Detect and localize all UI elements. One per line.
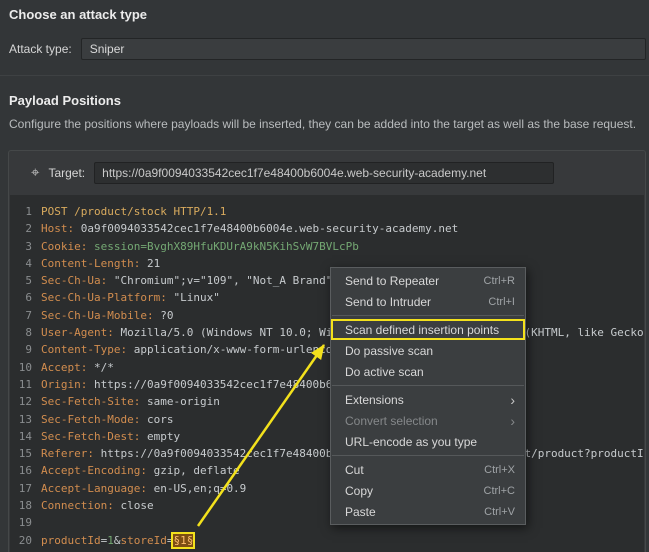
menu-item-do-passive-scan[interactable]: Do passive scan [331,340,525,361]
line-number: 19 [18,516,32,530]
menu-item-shortcut: Ctrl+V [484,505,515,518]
menu-separator [332,385,524,386]
menu-item-copy[interactable]: Copy Ctrl+C [331,480,525,501]
code-line: 15Referer: https://0a9f0094033542cec1f7e… [12,445,644,462]
code-line: 8 User-Agent: Mozilla/5.0 (Windows NT 10.… [12,324,644,341]
line-number: 14 [18,429,32,443]
menu-item-label: Extensions [345,392,404,407]
code-line: 18 Connection: close [12,497,644,514]
attack-type-row: Attack type: Sniper [9,37,646,61]
section-divider [0,75,649,76]
menu-item-convert-selection[interactable]: Convert selection [331,410,525,431]
line-number: 9 [25,343,32,357]
chevron-right-icon [510,414,515,428]
payload-positions-description: Configure the positions where payloads w… [9,117,637,131]
menu-item-label: Cut [345,462,364,477]
menu-item-shortcut: Ctrl+X [484,463,515,476]
code-line: 13 Sec-Fetch-Mode: cors [12,411,644,428]
line-number: 8 [25,326,32,340]
line-number: 2 [25,222,32,236]
code-line: 17 Accept-Language: en-US,en;q=0.9 [12,480,644,497]
line-number: 7 [25,308,32,322]
code-line: 6 Sec-Ch-Ua-Platform: "Linux" [12,289,644,306]
line-number: 17 [18,481,32,495]
line-number: 16 [18,464,32,478]
code-line: 2 Host: 0a9f0094033542cec1f7e48400b6004e.… [12,220,644,237]
menu-item-label: Paste [345,504,376,519]
code-line: 16 Accept-Encoding: gzip, deflate [12,462,644,479]
line-number: 13 [18,412,32,426]
menu-item-shortcut: Ctrl+I [488,295,515,308]
line-number: 20 [18,533,32,547]
attack-type-combo[interactable]: Sniper [80,38,646,60]
menu-item-label: Send to Intruder [345,294,432,309]
menu-item-label: Send to Repeater [345,273,440,288]
menu-item-scan-defined-insertion-points[interactable]: Scan defined insertion points [331,319,525,340]
menu-item-paste[interactable]: Paste Ctrl+V [331,501,525,522]
menu-item-label: Scan defined insertion points [345,322,500,337]
code-line: 7 Sec-Ch-Ua-Mobile: ?0 [12,307,644,324]
menu-item-label: Convert selection [345,413,438,428]
code-line: 10 Accept: */* [12,359,644,376]
line-number: 11 [18,377,32,391]
target-row: Target: [9,151,645,194]
menu-item-send-to-repeater[interactable]: Send to Repeater Ctrl+R [331,270,525,291]
code-line: 1 POST /product/stock HTTP/1.1 [12,203,644,220]
payload-positions-title: Payload Positions [9,93,121,108]
code-line: 4 Content-Length: 21 [12,255,644,272]
menu-item-cut[interactable]: Cut Ctrl+X [331,459,525,480]
menu-separator [332,315,524,316]
menu-item-extensions[interactable]: Extensions [331,389,525,410]
code-line: 20 productId=1&storeId=§1§ [12,531,644,549]
code-line: 11 Origin: https://0a9f0094033542cec1f7e4… [12,376,644,393]
menu-item-label: Do active scan [345,364,424,379]
context-menu: Send to Repeater Ctrl+R Send to Intruder Ct… [330,267,526,525]
code-line: 3 Cookie: session=BvghX89HfuKDUrA9kN5KihS… [12,238,644,255]
attack-type-section-title: Choose an attack type [9,7,147,22]
menu-item-do-active-scan[interactable]: Do active scan [331,361,525,382]
positions-panel: Target: 1POST /product/stock HTTP/1.12Ho… [8,150,646,552]
code-line: 12 Sec-Fetch-Site: same-origin [12,393,644,410]
code-line: 5 Sec-Ch-Ua: "Chromium";v="109", "Not_A B… [12,272,644,289]
chevron-right-icon [510,393,515,407]
target-label: Target: [48,165,86,180]
menu-separator [332,455,524,456]
line-number: 18 [18,499,32,513]
burp-intruder-positions-panel: Choose an attack type Attack type: Snipe… [0,0,649,552]
line-number: 4 [25,256,32,270]
request-lines: 1 POST /product/stock HTTP/1.1 2 Host: 0a9f… [12,203,644,549]
line-number: 6 [25,291,32,305]
menu-item-label: URL-encode as you type [345,434,478,449]
code-line: 14 Sec-Fetch-Dest: empty [12,428,644,445]
line-number: 10 [18,360,32,374]
attack-type-selected-value: Sniper [89,42,125,56]
payload-position-marker[interactable]: §1§ [171,531,196,549]
request-editor[interactable]: 1 POST /product/stock HTTP/1.1 2 Host: 0a9f… [10,195,644,552]
menu-item-shortcut: Ctrl+R [483,274,515,287]
line-number: 3 [25,239,32,253]
line-number: 1 [25,205,32,218]
menu-item-label: Copy [345,483,374,498]
line-number: 12 [18,395,32,409]
menu-item-send-to-intruder[interactable]: Send to Intruder Ctrl+I [331,291,525,312]
attack-type-label: Attack type: [9,42,72,56]
target-input[interactable] [94,161,555,184]
menu-item-label: Do passive scan [345,343,434,358]
code-line: 9 Content-Type: application/x-www-form-ur… [12,341,644,358]
menu-item-url-encode-as-you-type[interactable]: URL-encode as you type [331,431,525,452]
crosshair-icon [31,165,39,180]
menu-item-shortcut: Ctrl+C [483,484,515,497]
code-line: 19 [12,514,644,531]
line-number: 5 [25,274,32,288]
line-number: 15 [18,447,32,461]
